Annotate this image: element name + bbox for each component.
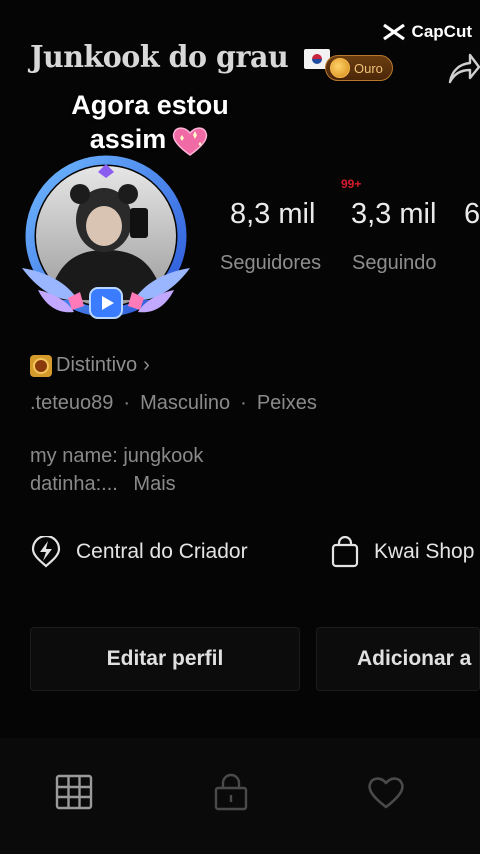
profile-info-row: .teteuo89 · Masculino · Peixes bbox=[30, 392, 317, 415]
gold-badge-label: Ouro bbox=[354, 60, 383, 76]
badge-medal-icon bbox=[30, 354, 52, 377]
tab-posts[interactable] bbox=[54, 772, 94, 812]
separator-dot: · bbox=[240, 392, 247, 414]
gold-coin-icon bbox=[330, 58, 350, 78]
overlay-caption: Agora estou assim bbox=[40, 88, 260, 158]
profile-username: Junkook do grau bbox=[30, 40, 330, 75]
username-text: Junkook do grau bbox=[30, 40, 289, 75]
shopping-bag-icon bbox=[331, 536, 359, 568]
creator-center-link[interactable]: Central do Criador bbox=[30, 536, 248, 568]
kwai-shop-label: Kwai Shop bbox=[374, 540, 475, 563]
creator-center-label: Central do Criador bbox=[76, 540, 248, 563]
bio-line-2: datinha:... bbox=[30, 473, 118, 495]
tab-likes[interactable] bbox=[366, 772, 406, 812]
user-sign: Peixes bbox=[256, 392, 317, 414]
separator-dot: · bbox=[123, 392, 131, 414]
overlay-line-1: Agora estou bbox=[71, 90, 229, 120]
profile-avatar[interactable] bbox=[18, 150, 194, 330]
notification-count: 99+ bbox=[341, 177, 362, 191]
kwai-shop-link[interactable]: Kwai Shop bbox=[330, 536, 474, 568]
followers-count[interactable]: 8,3 mil bbox=[230, 198, 315, 231]
bio-line-1: my name: jungkook bbox=[30, 445, 204, 467]
badge-link[interactable]: Distintivo › bbox=[30, 354, 150, 377]
bio-more-link[interactable]: Mais bbox=[133, 473, 175, 495]
edit-profile-button[interactable]: Editar perfil bbox=[30, 627, 300, 691]
bio-line-2-row: datinha:... Mais bbox=[30, 473, 176, 496]
following-count[interactable]: 3,3 mil bbox=[351, 198, 436, 231]
grid-icon bbox=[55, 774, 93, 810]
lightning-icon bbox=[31, 536, 61, 568]
chevron-right-icon: › bbox=[143, 354, 150, 376]
user-gender: Masculino bbox=[140, 392, 231, 414]
badge-label: Distintivo bbox=[56, 354, 138, 376]
gold-level-badge[interactable]: Ouro bbox=[325, 55, 393, 81]
share-icon[interactable] bbox=[446, 48, 480, 88]
capcut-logo-icon bbox=[382, 23, 405, 41]
following-label[interactable]: Seguindo bbox=[352, 252, 437, 275]
user-handle: .teteuo89 bbox=[30, 392, 114, 414]
add-friend-button[interactable]: Adicionar a bbox=[316, 627, 480, 691]
lock-icon bbox=[214, 773, 248, 811]
likes-count[interactable]: 6 bbox=[464, 198, 480, 231]
capcut-watermark: CapCut bbox=[382, 22, 472, 42]
followers-label[interactable]: Seguidores bbox=[220, 252, 321, 275]
tab-private[interactable] bbox=[211, 772, 251, 812]
heart-icon bbox=[368, 777, 404, 809]
capcut-label: CapCut bbox=[411, 22, 472, 41]
